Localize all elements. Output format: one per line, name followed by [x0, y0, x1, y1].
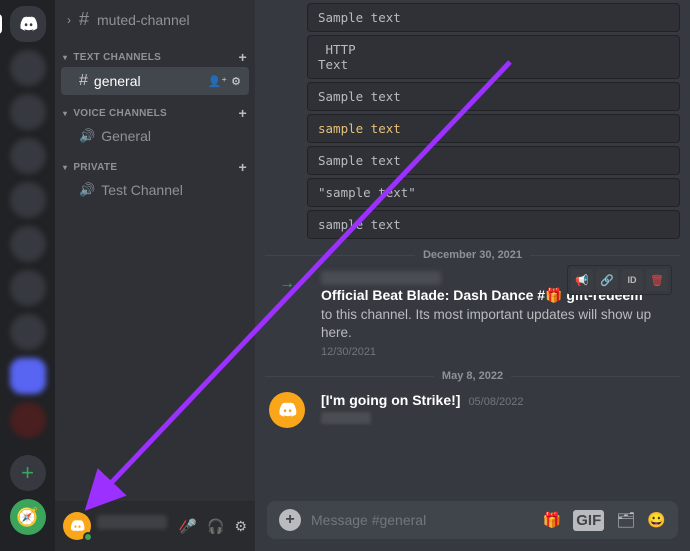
category-header-private[interactable]: ▾ PRIVATE +	[55, 149, 255, 177]
guild-item[interactable]	[10, 94, 46, 130]
speaker-icon: 🔊	[79, 128, 95, 144]
message-list: Sample text HTTP Text Sample text sample…	[255, 0, 690, 501]
author-name	[321, 271, 441, 285]
guild-item[interactable]	[10, 138, 46, 174]
guild-home[interactable]	[10, 6, 46, 42]
guild-item[interactable]	[10, 402, 46, 438]
channel-label: Test Channel	[101, 182, 241, 198]
add-server-button[interactable]: +	[10, 455, 46, 491]
hash-icon: #	[79, 9, 89, 30]
category-label: VOICE CHANNELS	[73, 108, 232, 119]
message[interactable]: [I'm going on Strike!] 05/08/2022	[265, 388, 680, 430]
code-block: Sample text	[307, 82, 680, 111]
copy-link-button[interactable]: 🔗	[596, 269, 618, 291]
code-block: "sample text"	[307, 178, 680, 207]
muted-channel-label: muted-channel	[97, 12, 190, 28]
create-channel-button[interactable]: +	[239, 49, 247, 65]
compass-icon: 🧭	[16, 507, 38, 528]
category-label: TEXT CHANNELS	[73, 52, 232, 63]
muted-channel-row[interactable]: › # muted-channel	[55, 0, 255, 39]
status-online-icon	[83, 532, 93, 542]
message-avatar[interactable]	[269, 392, 305, 428]
message-body: to this channel. Its most important upda…	[321, 306, 680, 342]
code-block: sample text	[307, 114, 680, 143]
message-input[interactable]: Message #general	[311, 512, 533, 528]
create-channel-button[interactable]: +	[239, 159, 247, 175]
code-block: HTTP Text	[307, 35, 680, 79]
message-hover-toolbar: 📢 🔗 ID 🗑	[567, 265, 672, 295]
guild-item[interactable]	[10, 314, 46, 350]
channel-label: general	[94, 73, 202, 89]
gift-button[interactable]: 🎁	[543, 511, 562, 529]
date-divider: December 30, 2021	[265, 249, 680, 261]
attach-button[interactable]: +	[279, 509, 301, 531]
guild-item[interactable]	[10, 226, 46, 262]
explore-servers-button[interactable]: 🧭	[10, 499, 46, 535]
create-channel-button[interactable]: +	[239, 105, 247, 121]
hash-icon: #	[79, 72, 88, 90]
message-author[interactable]: [I'm going on Strike!]	[321, 392, 460, 408]
guild-item[interactable]	[10, 50, 46, 86]
guild-item[interactable]	[10, 270, 46, 306]
gif-button[interactable]: GIF	[573, 510, 604, 531]
category-header-text[interactable]: ▾ TEXT CHANNELS +	[55, 39, 255, 67]
guild-rail: + 🧭	[0, 0, 55, 551]
speaker-icon: 🔊	[79, 182, 95, 198]
deafen-button[interactable]: 🎧	[207, 518, 224, 535]
user-panel: 🎤⁄ 🎧 ⚙	[55, 501, 255, 551]
code-block: Sample text	[307, 3, 680, 32]
emoji-button[interactable]: 😀	[647, 511, 666, 529]
invite-icon[interactable]: 👤⁺	[208, 75, 228, 88]
user-settings-button[interactable]: ⚙	[234, 518, 247, 535]
code-block: sample text	[307, 210, 680, 239]
speak-button[interactable]: 📢	[571, 269, 593, 291]
mute-mic-button[interactable]: 🎤⁄	[180, 518, 197, 535]
message-timestamp: 12/30/2021	[321, 346, 680, 358]
category-header-voice[interactable]: ▾ VOICE CHANNELS +	[55, 95, 255, 123]
channel-general[interactable]: # general 👤⁺ ⚙	[61, 67, 249, 95]
arrow-right-icon: →	[279, 275, 295, 358]
guild-item[interactable]	[10, 182, 46, 218]
gear-icon[interactable]: ⚙	[231, 75, 241, 88]
channel-test-channel[interactable]: 🔊 Test Channel	[61, 177, 249, 203]
category-label: PRIVATE	[73, 162, 232, 173]
system-message[interactable]: 📢 🔗 ID 🗑 → Official Beat Blade: Dash Dan…	[265, 267, 680, 360]
date-label: May 8, 2022	[442, 370, 503, 382]
chevron-down-icon: ▾	[63, 109, 67, 118]
message-composer: + Message #general 🎁 GIF 🗂 😀	[267, 501, 678, 539]
chevron-down-icon: ▾	[63, 53, 67, 62]
guild-item[interactable]	[10, 358, 46, 394]
chevron-right-icon: ›	[67, 13, 71, 27]
code-block: Sample text	[307, 146, 680, 175]
channel-sidebar: › # muted-channel ▾ TEXT CHANNELS + # ge…	[55, 0, 255, 551]
chevron-down-icon: ▾	[63, 163, 67, 172]
date-label: December 30, 2021	[423, 249, 522, 261]
message-timestamp: 05/08/2022	[468, 396, 523, 408]
sticker-button[interactable]: 🗂	[616, 511, 635, 529]
user-avatar[interactable]	[63, 512, 91, 540]
copy-id-button[interactable]: ID	[621, 269, 643, 291]
plus-icon: +	[21, 462, 34, 484]
message-content	[321, 412, 371, 424]
delete-button[interactable]: 🗑	[646, 269, 668, 291]
channel-label: General	[101, 128, 241, 144]
date-divider: May 8, 2022	[265, 370, 680, 382]
user-name[interactable]	[97, 515, 174, 537]
channel-voice-general[interactable]: 🔊 General	[61, 123, 249, 149]
main-chat: Sample text HTTP Text Sample text sample…	[255, 0, 690, 551]
gift-icon: 🎁	[545, 287, 562, 303]
